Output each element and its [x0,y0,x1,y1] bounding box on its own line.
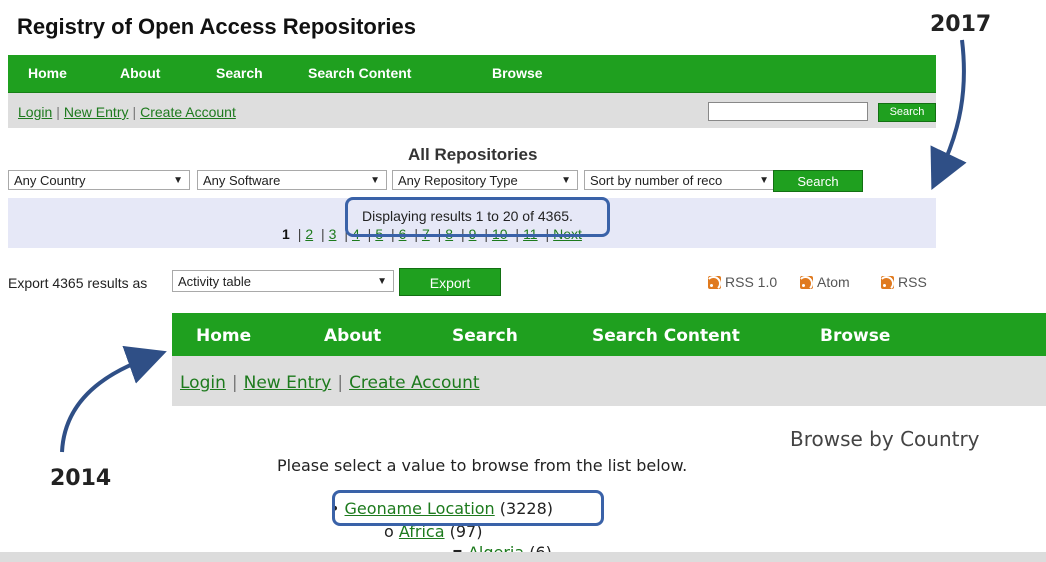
arrow-2017-icon [930,39,967,191]
arrow-2014-icon [60,345,167,453]
annotation-arrows [60,39,967,453]
